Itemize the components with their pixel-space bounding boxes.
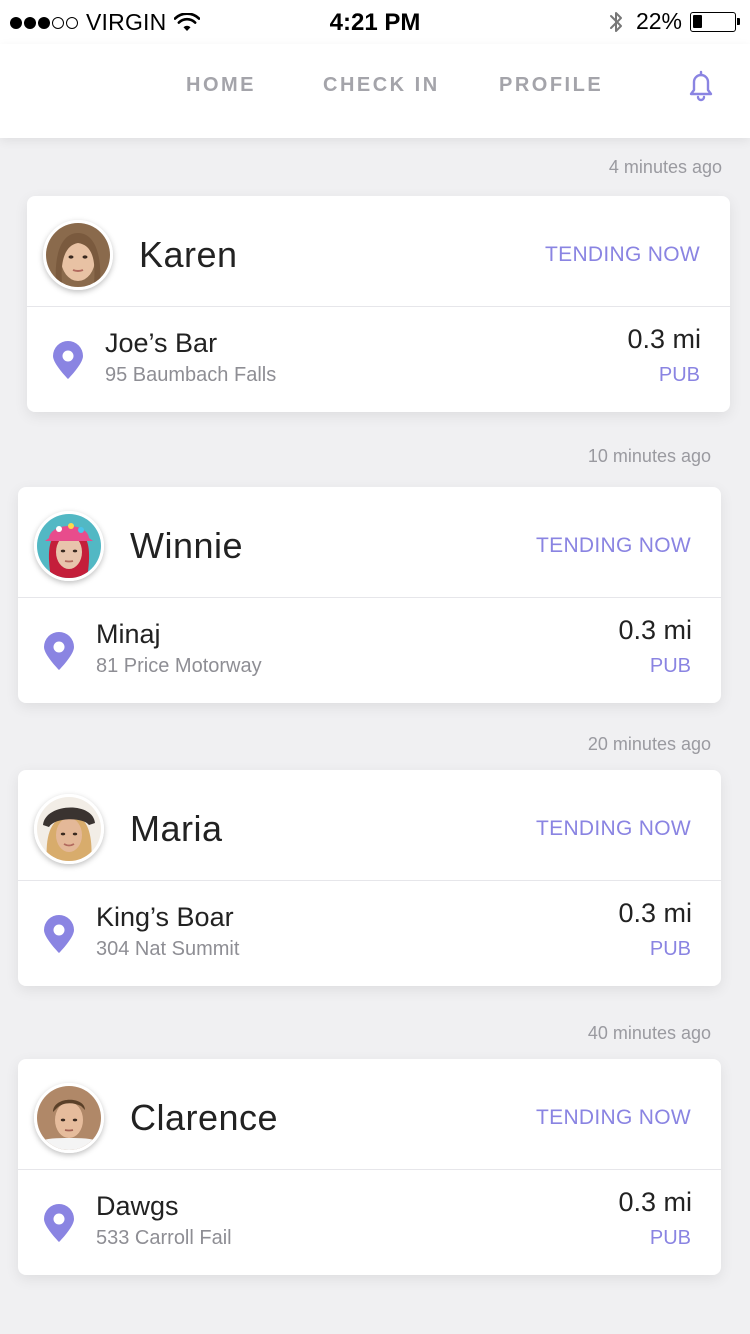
venue-name[interactable]: Joe’s Bar — [105, 328, 217, 359]
avatar[interactable] — [34, 794, 104, 864]
avatar[interactable] — [34, 1083, 104, 1153]
tending-status[interactable]: TENDING NOW — [536, 1106, 691, 1130]
nav-home[interactable]: HOME — [186, 74, 256, 97]
tending-status[interactable]: TENDING NOW — [536, 534, 691, 558]
card-header: Karen TENDING NOW — [27, 196, 730, 307]
feed-timestamp: 10 minutes ago — [587, 446, 711, 466]
top-navigation: HOME CHECK IN PROFILE — [0, 44, 750, 138]
feed-timestamp: 20 minutes ago — [587, 734, 711, 754]
venue-category: PUB — [649, 655, 691, 677]
location-pin-icon — [44, 632, 74, 670]
bell-icon[interactable] — [684, 68, 718, 102]
venue-distance: 0.3 mi — [627, 324, 701, 354]
user-name: Clarence — [130, 1097, 279, 1138]
card-header: Clarence TENDING NOW — [18, 1059, 721, 1170]
location-pin-icon — [44, 1204, 74, 1242]
venue-name[interactable]: King’s Boar — [96, 902, 234, 933]
card-header: Winnie TENDING NOW — [18, 487, 721, 598]
tending-status[interactable]: TENDING NOW — [545, 243, 700, 267]
venue-distance: 0.3 mi — [618, 615, 692, 645]
nav-profile[interactable]: PROFILE — [499, 74, 603, 97]
nav-check-in[interactable]: CHECK IN — [323, 74, 440, 97]
checkin-card[interactable]: Maria TENDING NOW King’s Boar 304 Nat Su… — [18, 770, 721, 986]
battery-icon — [690, 11, 740, 32]
battery-fill — [693, 14, 702, 28]
user-name: Maria — [130, 808, 223, 849]
user-name: Winnie — [130, 525, 244, 566]
venue-distance: 0.3 mi — [618, 1187, 692, 1217]
location-pin-icon — [44, 915, 74, 953]
status-right: 22% — [608, 8, 740, 35]
venue-name[interactable]: Dawgs — [96, 1191, 179, 1222]
venue-category: PUB — [649, 1227, 691, 1249]
checkin-card[interactable]: Clarence TENDING NOW Dawgs 533 Carroll F… — [18, 1059, 721, 1275]
venue-name[interactable]: Minaj — [96, 619, 161, 650]
checkin-card[interactable]: Winnie TENDING NOW Minaj 81 Price Motorw… — [18, 487, 721, 703]
venue-address: 533 Carroll Fail — [96, 1227, 232, 1249]
feed-timestamp: 40 minutes ago — [587, 1023, 711, 1043]
user-name: Karen — [139, 234, 238, 275]
venue-category: PUB — [649, 938, 691, 960]
venue-address: 95 Baumbach Falls — [105, 364, 277, 386]
status-bar: VIRGIN 4:21 PM 22% — [0, 0, 750, 44]
venue-category: PUB — [658, 364, 700, 386]
checkin-card[interactable]: Karen TENDING NOW Joe’s Bar 95 Baumbach … — [27, 196, 730, 412]
feed-timestamp: 4 minutes ago — [608, 157, 722, 177]
avatar[interactable] — [43, 220, 113, 290]
venue-address: 81 Price Motorway — [96, 655, 262, 677]
card-header: Maria TENDING NOW — [18, 770, 721, 881]
battery-percent: 22% — [635, 8, 682, 34]
bluetooth-icon — [609, 11, 622, 32]
tending-status[interactable]: TENDING NOW — [536, 817, 691, 841]
location-pin-icon — [53, 341, 83, 379]
venue-distance: 0.3 mi — [618, 898, 692, 928]
venue-address: 304 Nat Summit — [96, 938, 240, 960]
avatar[interactable] — [34, 511, 104, 581]
